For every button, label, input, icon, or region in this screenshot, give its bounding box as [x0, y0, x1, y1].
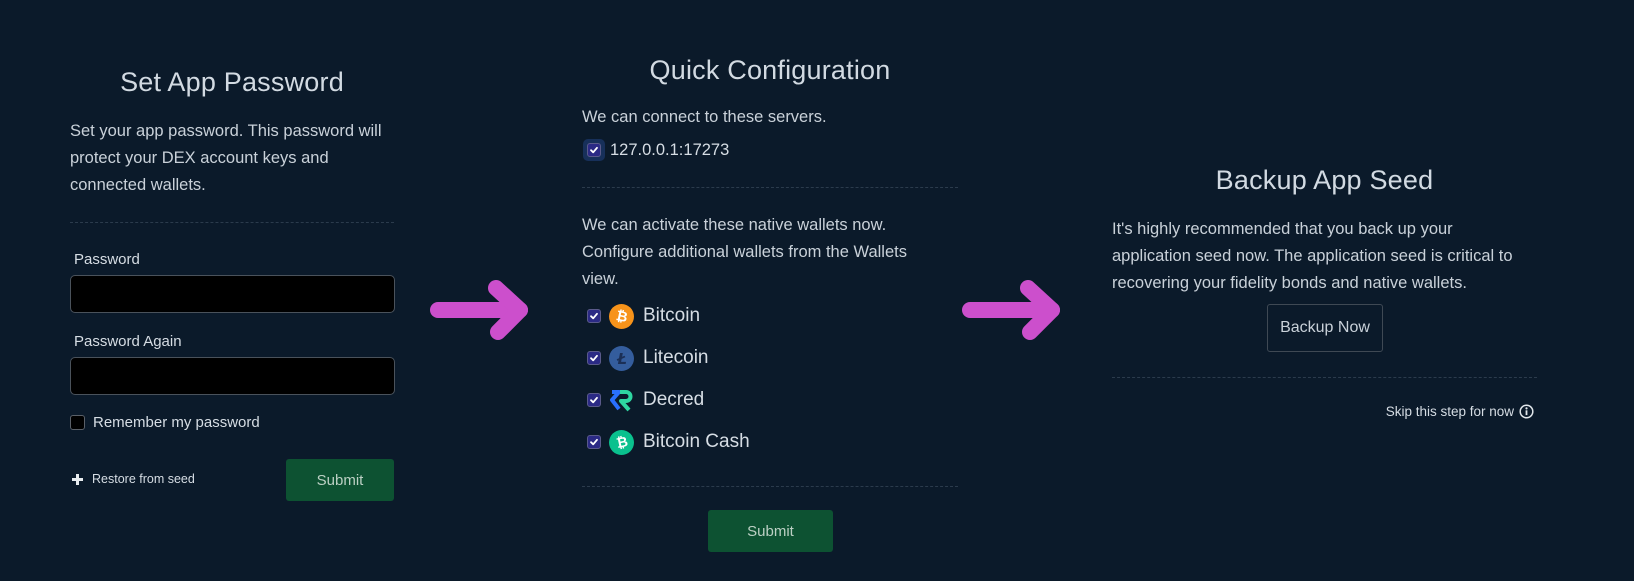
remember-password-row[interactable]: Remember my password	[70, 414, 260, 431]
wallets-intro-line: We can activate these native wallets now…	[582, 216, 887, 234]
wallet-name: Decred	[643, 389, 705, 410]
server-address: 127.0.0.1:17273	[610, 140, 730, 159]
skip-step-link[interactable]: Skip this step for now	[1386, 404, 1534, 419]
backup-seed-description: It's highly recommended that you back up…	[1112, 216, 1552, 297]
description-line: recovering your fidelity bonds and nativ…	[1112, 274, 1467, 292]
restore-from-seed-link[interactable]: Restore from seed	[72, 472, 195, 486]
svg-text:Ł: Ł	[616, 350, 627, 366]
wallet-name: Bitcoin	[643, 305, 701, 326]
wallets-intro: We can activate these native wallets now…	[582, 212, 972, 293]
wallets-intro-line: view.	[582, 270, 619, 288]
description-line: Set your app password. This password wil…	[70, 122, 382, 140]
bitcoin-cash-icon: ₿	[609, 429, 634, 455]
check-icon	[590, 438, 598, 446]
check-icon	[590, 396, 598, 404]
check-icon	[590, 354, 598, 362]
description-line: application seed now. The application se…	[1112, 247, 1513, 265]
decred-icon	[609, 388, 634, 413]
restore-from-seed-label: Restore from seed	[92, 472, 195, 486]
password-submit-button[interactable]: Submit	[286, 459, 394, 501]
divider	[1112, 377, 1537, 378]
wallet-checkbox[interactable]	[587, 351, 601, 365]
password-again-label: Password Again	[74, 333, 182, 350]
wallet-checkbox[interactable]	[587, 435, 601, 449]
svg-text:₿: ₿	[615, 308, 629, 324]
check-icon	[590, 146, 598, 154]
wallets-intro-line: Configure additional wallets from the Wa…	[582, 243, 907, 261]
divider	[582, 486, 958, 487]
description-line: It's highly recommended that you back up…	[1112, 220, 1453, 238]
wallet-checkbox[interactable]	[587, 309, 601, 323]
server-checkbox[interactable]	[587, 143, 601, 157]
wallet-item-bitcoin-cash[interactable]: ₿ Bitcoin Cash	[587, 427, 750, 457]
set-password-description: Set your app password. This password wil…	[70, 118, 400, 199]
server-row[interactable]: 127.0.0.1:17273	[583, 139, 729, 161]
password-input[interactable]	[70, 275, 395, 313]
wallet-list: ₿ Bitcoin Ł Litecoin Decred ₿ Bitcoin Ca…	[587, 301, 750, 457]
divider	[70, 222, 394, 223]
check-icon	[590, 312, 598, 320]
bitcoin-icon: ₿	[609, 303, 634, 329]
password-label: Password	[74, 251, 140, 268]
svg-text:₿: ₿	[615, 434, 629, 450]
arrow-right-icon	[430, 280, 528, 340]
wallet-checkbox[interactable]	[587, 393, 601, 407]
wallet-item-litecoin[interactable]: Ł Litecoin	[587, 343, 750, 373]
wallet-name: Bitcoin Cash	[643, 431, 750, 452]
description-line: connected wallets.	[70, 176, 206, 194]
server-checkbox-focus	[583, 139, 605, 161]
quick-config-submit-button[interactable]: Submit	[708, 510, 833, 552]
divider	[582, 187, 958, 188]
litecoin-icon: Ł	[609, 345, 634, 371]
backup-seed-title: Backup App Seed	[1215, 165, 1434, 195]
remember-password-label: Remember my password	[93, 414, 260, 431]
backup-now-button[interactable]: Backup Now	[1267, 304, 1383, 352]
quick-config-title: Quick Configuration	[649, 55, 891, 85]
arrow-right-icon	[962, 280, 1060, 340]
plus-icon	[72, 473, 83, 485]
servers-intro: We can connect to these servers.	[582, 108, 827, 126]
description-line: protect your DEX account keys and	[70, 149, 329, 167]
wallet-item-bitcoin[interactable]: ₿ Bitcoin	[587, 301, 750, 331]
info-icon[interactable]	[1519, 404, 1534, 419]
remember-password-checkbox[interactable]	[70, 415, 85, 430]
set-password-title: Set App Password	[120, 67, 344, 97]
password-again-input[interactable]	[70, 357, 395, 395]
wallet-item-decred[interactable]: Decred	[587, 385, 750, 415]
skip-step-label: Skip this step for now	[1385, 404, 1514, 419]
wallet-name: Litecoin	[643, 347, 709, 368]
